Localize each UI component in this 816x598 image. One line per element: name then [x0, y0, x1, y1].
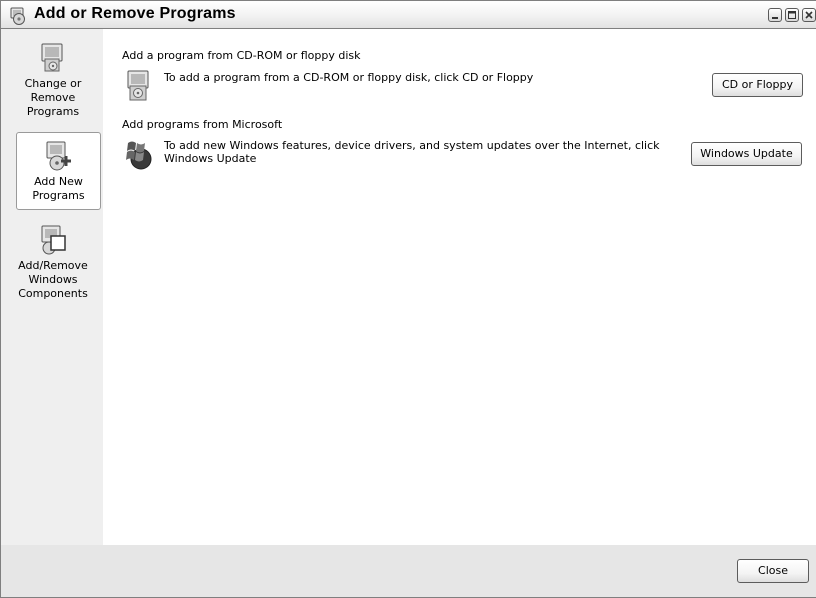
close-dialog-button[interactable]: Close — [737, 559, 809, 583]
close-icon — [805, 11, 813, 19]
sidebar: Change or Remove Programs Add New Progra… — [0, 29, 103, 545]
section-description-microsoft: To add new Windows features, device driv… — [164, 139, 660, 165]
sidebar-item-label: Change or Remove Programs — [24, 77, 82, 118]
sidebar-item-add-new-programs[interactable]: Add New Programs — [16, 132, 101, 210]
footer-bar: Close — [0, 545, 816, 598]
section-header-cd-floppy: Add a program from CD-ROM or floppy disk — [122, 49, 361, 62]
windows-update-button[interactable]: Windows Update — [691, 142, 802, 166]
add-remove-programs-window: Add or Remove Programs Change or Remove … — [0, 0, 816, 598]
maximize-button[interactable] — [785, 8, 799, 22]
main-panel: Add a program from CD-ROM or floppy disk… — [103, 29, 816, 545]
windows-update-icon — [126, 141, 152, 170]
sidebar-item-label: Add New Programs — [32, 175, 85, 202]
maximize-icon — [788, 11, 796, 19]
add-new-programs-icon — [46, 141, 71, 171]
minimize-button[interactable] — [768, 8, 782, 22]
cd-floppy-icon — [127, 70, 149, 101]
sidebar-item-windows-components[interactable]: Add/Remove Windows Components — [10, 220, 96, 310]
minimize-icon — [772, 17, 778, 19]
sidebar-item-change-remove-programs[interactable]: Change or Remove Programs — [10, 39, 96, 123]
section-description-cd-floppy: To add a program from a CD-ROM or floppy… — [164, 71, 534, 84]
change-remove-programs-icon — [41, 43, 63, 72]
section-header-microsoft: Add programs from Microsoft — [122, 118, 283, 131]
sidebar-item-label: Add/Remove Windows Components — [18, 259, 88, 300]
windows-components-icon — [41, 225, 66, 255]
window-title: Add or Remove Programs — [34, 5, 236, 22]
add-remove-programs-icon — [10, 7, 25, 25]
close-button[interactable] — [802, 8, 816, 22]
title-bar[interactable]: Add or Remove Programs — [0, 0, 816, 29]
cd-or-floppy-button[interactable]: CD or Floppy — [712, 73, 803, 97]
